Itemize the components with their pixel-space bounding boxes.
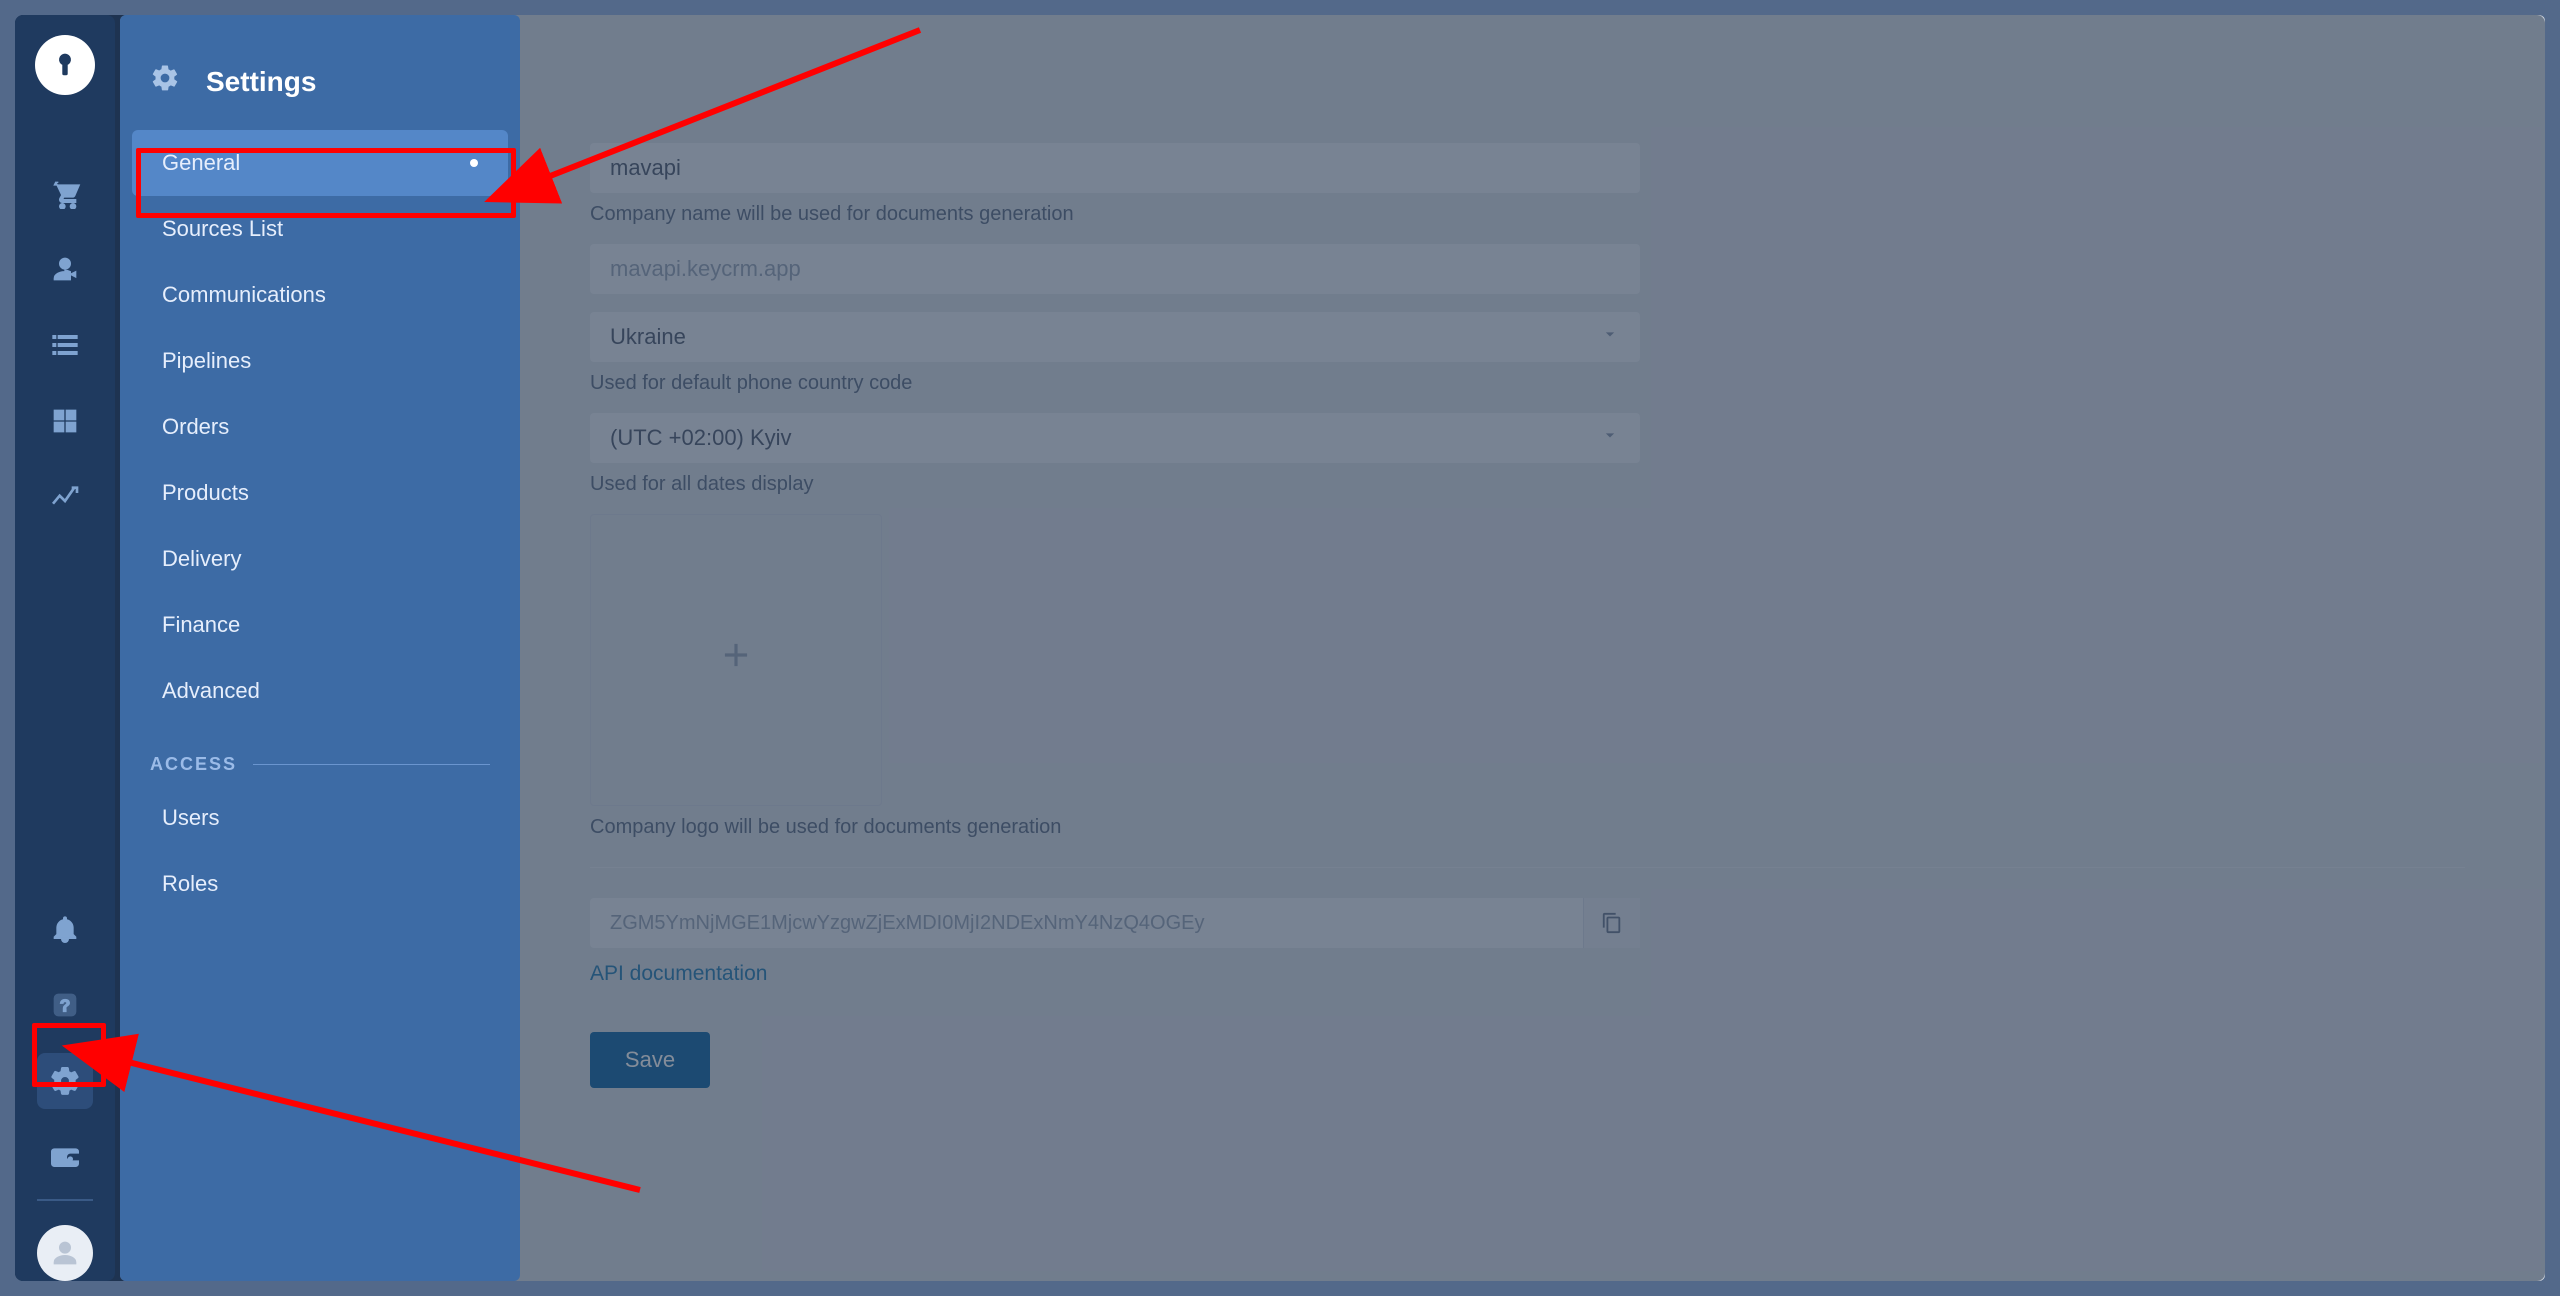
submenu-item-label: Advanced	[162, 678, 260, 704]
section-divider	[590, 867, 2465, 868]
group-divider	[253, 764, 490, 765]
subdomain-field: mavapi.keycrm.app	[590, 244, 2465, 294]
country-field: Ukraine Used for default phone country c…	[590, 312, 2465, 395]
country-hint: Used for default phone country code	[590, 372, 2465, 395]
country-value: Ukraine	[610, 324, 686, 350]
submenu-group-access: ACCESS	[120, 724, 520, 785]
wallet-icon	[49, 1141, 81, 1173]
submenu-item-label: Roles	[162, 871, 218, 897]
app-logo[interactable]	[35, 35, 95, 95]
submenu-item-finance[interactable]: Finance	[132, 592, 508, 658]
timezone-field: (UTC +02:00) Kyiv Used for all dates dis…	[590, 413, 2465, 496]
bell-icon	[49, 913, 81, 945]
submenu-title: Settings	[206, 66, 316, 98]
copy-api-key-button[interactable]	[1583, 898, 1640, 948]
analytics-icon	[49, 481, 81, 513]
submenu-item-label: Finance	[162, 612, 240, 638]
api-documentation-link[interactable]: API documentation	[590, 962, 767, 986]
subdomain-value: mavapi.keycrm.app	[610, 256, 801, 282]
annotation-box-settings-icon	[32, 1023, 106, 1087]
svg-text:?: ?	[60, 996, 71, 1016]
logo-hint: Company logo will be used for documents …	[590, 816, 2465, 839]
submenu-item-label: Products	[162, 480, 249, 506]
inventory-icon	[49, 405, 81, 437]
submenu-item-delivery[interactable]: Delivery	[132, 526, 508, 592]
rail-wallet[interactable]	[37, 1129, 93, 1185]
timezone-hint: Used for all dates display	[590, 473, 2465, 496]
chevron-down-icon	[1600, 425, 1620, 451]
rail-notifications[interactable]	[37, 901, 93, 957]
rail-avatar[interactable]	[37, 1225, 93, 1281]
submenu-item-orders[interactable]: Orders	[132, 394, 508, 460]
submenu-group-label: ACCESS	[150, 754, 237, 775]
cart-icon	[49, 177, 81, 209]
submenu-item-pipelines[interactable]: Pipelines	[132, 328, 508, 394]
logo-upload[interactable]	[590, 514, 882, 806]
submenu-item-label: Pipelines	[162, 348, 251, 374]
submenu-item-roles[interactable]: Roles	[132, 851, 508, 917]
timezone-select[interactable]: (UTC +02:00) Kyiv	[590, 413, 1640, 463]
chevron-down-icon	[1600, 324, 1620, 350]
api-key-value: ZGM5YmNjMGE1MjcwYzgwZjExMDI0MjI2NDExNmY4…	[610, 912, 1205, 935]
form-area: mavapi Company name will be used for doc…	[550, 115, 2505, 1118]
help-icon: ?	[49, 989, 81, 1021]
submenu-item-label: Users	[162, 805, 219, 831]
timezone-value: (UTC +02:00) Kyiv	[610, 425, 792, 451]
keyhole-icon	[52, 52, 78, 78]
submenu-item-label: Orders	[162, 414, 229, 440]
submenu-item-label: Delivery	[162, 546, 241, 572]
avatar-icon	[49, 1237, 81, 1269]
annotation-arrow-2	[100, 1030, 660, 1215]
submenu-item-users[interactable]: Users	[132, 785, 508, 851]
submenu-item-advanced[interactable]: Advanced	[132, 658, 508, 724]
annotation-arrow-1	[520, 20, 940, 225]
submenu-header: Settings	[120, 45, 520, 130]
rail-tasks[interactable]	[37, 317, 93, 373]
rail-analytics[interactable]	[37, 469, 93, 525]
subdomain-input: mavapi.keycrm.app	[590, 244, 1640, 294]
rail-inventory[interactable]	[37, 393, 93, 449]
country-select[interactable]: Ukraine	[590, 312, 1640, 362]
settings-general-form: mavapi Company name will be used for doc…	[550, 115, 2505, 1241]
copy-icon	[1601, 912, 1623, 934]
contacts-icon	[49, 253, 81, 285]
annotation-box-general	[136, 148, 516, 218]
submenu-item-label: Communications	[162, 282, 326, 308]
submenu-item-label: Sources List	[162, 216, 283, 242]
rail-cart[interactable]	[37, 165, 93, 221]
submenu-item-communications[interactable]: Communications	[132, 262, 508, 328]
rail-contacts[interactable]	[37, 241, 93, 297]
tasks-icon	[49, 329, 81, 361]
api-key-field: ZGM5YmNjMGE1MjcwYzgwZjExMDI0MjI2NDExNmY4…	[590, 898, 1640, 948]
gear-icon	[150, 63, 180, 100]
submenu-item-products[interactable]: Products	[132, 460, 508, 526]
plus-icon	[717, 635, 755, 685]
